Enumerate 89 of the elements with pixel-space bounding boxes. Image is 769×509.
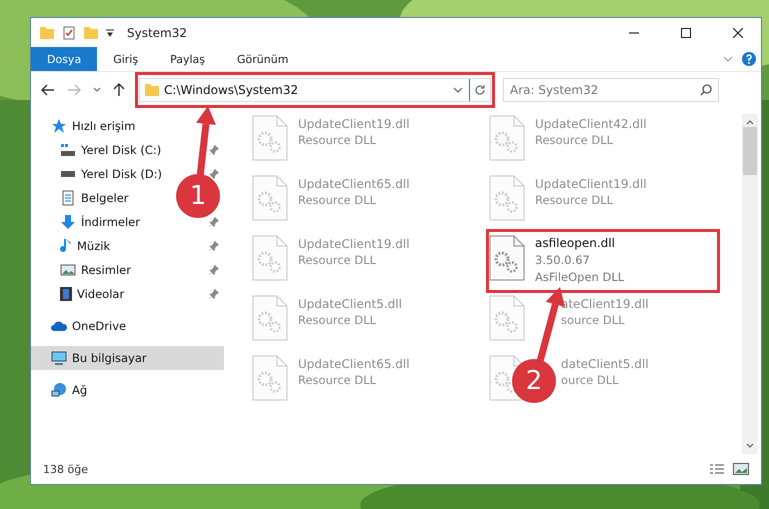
ribbon-tab[interactable]: Paylaş: [154, 47, 221, 71]
nav-label[interactable]: Ağ: [72, 383, 88, 397]
search-field[interactable]: Ara: System32: [503, 78, 719, 102]
dll-file-icon: [252, 235, 288, 281]
nav-label[interactable]: Yerel Disk (C:): [81, 143, 162, 157]
window-title: System32: [127, 26, 188, 40]
pin-icon[interactable]: [208, 216, 220, 228]
dll-file-icon: [489, 235, 525, 281]
cloud-icon: [51, 321, 67, 331]
nav-label[interactable]: Müzik: [77, 239, 110, 253]
file-description: Resource DLL: [298, 132, 378, 148]
file-description: source DLL: [560, 312, 626, 328]
pin-icon[interactable]: [208, 144, 220, 156]
scroll-up-icon[interactable]: [746, 120, 754, 125]
download-arrow-icon: [60, 214, 76, 230]
ribbon-tab[interactable]: Giriş: [97, 47, 154, 71]
search-icon: [700, 84, 712, 96]
file-description: Resource DLL: [298, 252, 378, 268]
picture-icon: [60, 264, 76, 276]
file-name: asfileopen.dll: [535, 235, 616, 252]
file-description: Resource DLL: [298, 372, 378, 388]
details-view-icon[interactable]: [709, 463, 725, 475]
ribbon-tab[interactable]: Dosya: [31, 47, 98, 71]
file-name: dateClient5.dll: [560, 356, 649, 372]
nav-label[interactable]: Resimler: [81, 263, 131, 277]
file-description: Resource DLL: [298, 192, 378, 208]
file-description: Resource DLL: [298, 312, 378, 328]
pin-icon[interactable]: [208, 264, 220, 276]
file-name: UpdateClient65.dll: [298, 356, 410, 372]
nav-label[interactable]: Bu bilgisayar: [72, 351, 147, 365]
dll-file-icon: [252, 175, 288, 221]
nav-label[interactable]: OneDrive: [72, 319, 126, 333]
nav-label[interactable]: Hızlı erişim: [72, 119, 136, 133]
globe-network-icon: [51, 382, 67, 398]
ribbon-tab[interactable]: Görünüm: [221, 47, 304, 71]
drive-icon: [60, 144, 76, 156]
pin-icon[interactable]: [208, 168, 220, 180]
back-arrow-icon[interactable]: [41, 84, 55, 96]
dll-file-icon: [489, 115, 525, 161]
nav-label[interactable]: Yerel Disk (D:): [81, 167, 162, 181]
dll-file-icon: [252, 355, 288, 401]
file-description: Resource DLL: [535, 192, 614, 208]
file-name: UpdateClient19.dll: [298, 236, 410, 252]
caret-icon[interactable]: [105, 28, 115, 36]
file-name: UpdateClient19.dll: [298, 116, 410, 132]
properties-icon[interactable]: [61, 24, 77, 40]
folder-icon: [144, 84, 160, 96]
file-name: UpdateClient19.dll: [535, 176, 647, 192]
file-description: 3.50.0.67: [535, 252, 591, 269]
nav-label[interactable]: Videolar: [77, 287, 124, 301]
pin-icon[interactable]: [208, 240, 220, 252]
new-folder-icon: [83, 26, 99, 38]
file-description: ource DLL: [560, 372, 620, 388]
address-bar[interactable]: C:\Windows\System32: [139, 78, 491, 102]
folder-icon: [39, 26, 55, 38]
close-icon[interactable]: [733, 28, 743, 38]
nav-label[interactable]: İndirmeler: [81, 215, 140, 229]
file-name: UpdateClient65.dll: [298, 176, 410, 192]
film-icon: [60, 286, 72, 302]
chevron-down-icon[interactable]: [93, 87, 101, 93]
minimize-icon[interactable]: [629, 32, 639, 34]
dll-file-icon: [252, 115, 288, 161]
selected-nav-item[interactable]: Bu bilgisayar: [31, 346, 224, 370]
scroll-down-icon[interactable]: [746, 443, 754, 448]
dll-file-icon: [489, 175, 525, 221]
maximize-icon[interactable]: [681, 28, 691, 38]
refresh-icon[interactable]: [474, 84, 486, 96]
music-note-icon: [60, 238, 72, 254]
file-name: UpdateClient5.dll: [298, 296, 402, 312]
dll-file-icon: [252, 295, 288, 341]
file-name: UpdateClient42.dll: [535, 116, 647, 132]
item-count: 138 öğe: [43, 462, 89, 476]
chevron-down-icon[interactable]: [723, 56, 733, 62]
dropdown-caret-icon[interactable]: [453, 87, 463, 93]
file-description: AsFileOpen DLL: [535, 269, 624, 286]
help-icon[interactable]: [741, 51, 757, 67]
nav-label[interactable]: Belgeler: [81, 191, 129, 205]
document-icon: [60, 190, 76, 206]
up-arrow-icon[interactable]: [113, 83, 125, 97]
computer-icon: [51, 350, 67, 366]
scrollbar[interactable]: [742, 114, 758, 454]
pin-icon[interactable]: [208, 288, 220, 300]
dll-file-icon: [489, 295, 525, 341]
address-path: C:\Windows\System32: [164, 83, 300, 97]
tiles-view-icon[interactable]: [733, 463, 749, 475]
scroll-thumb[interactable]: [743, 127, 757, 175]
file-description: Resource DLL: [535, 132, 614, 148]
drive-icon: [60, 171, 76, 177]
star-icon: [51, 118, 67, 134]
